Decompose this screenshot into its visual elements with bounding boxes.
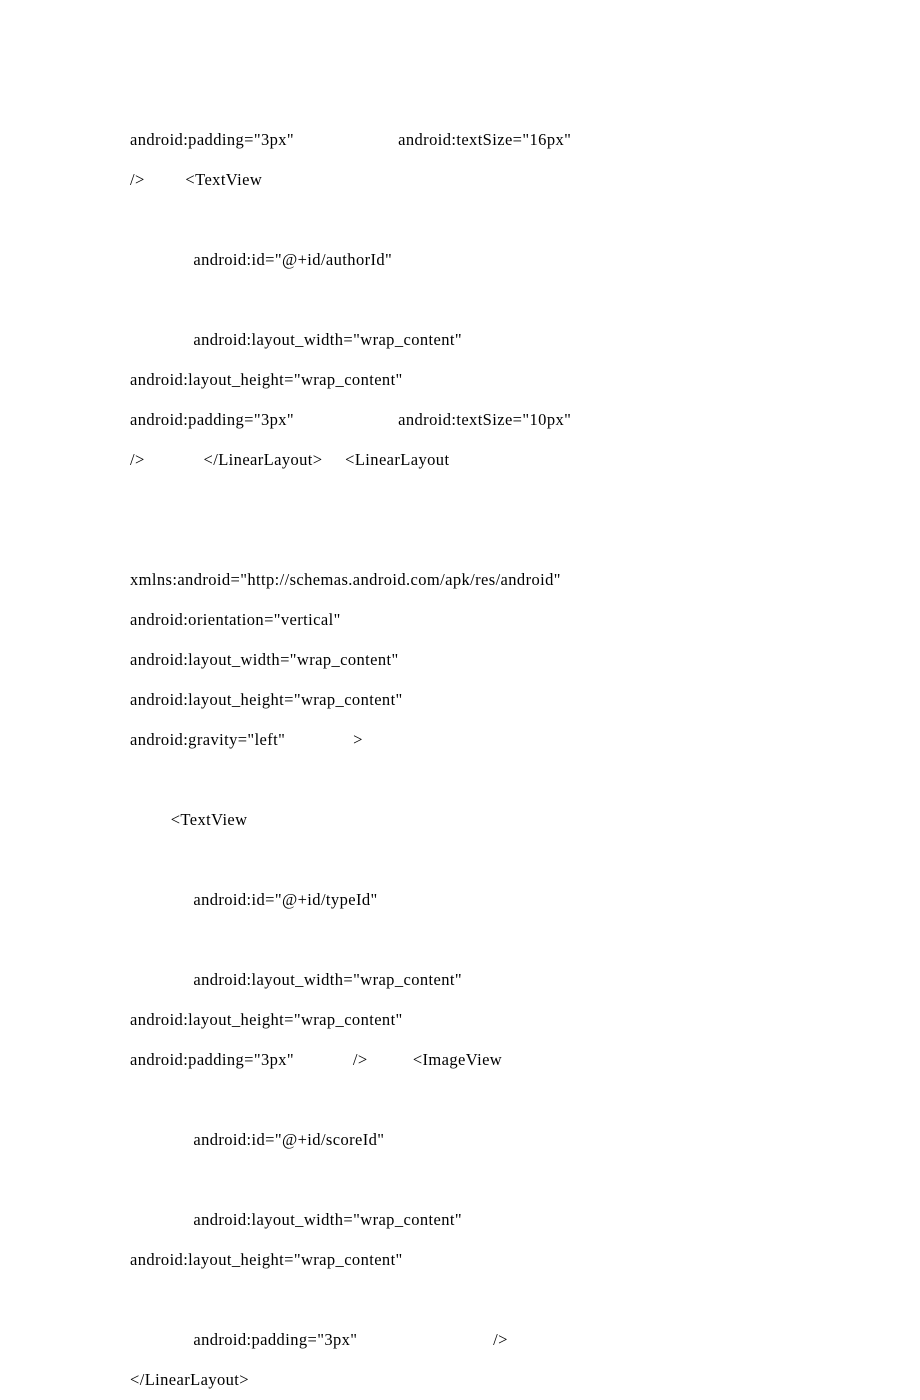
code-line: /> <TextView bbox=[130, 160, 790, 200]
code-line: /> </LinearLayout> <LinearLayout bbox=[130, 440, 790, 480]
code-line bbox=[130, 1280, 790, 1320]
code-line: android:layout_height="wrap_content" bbox=[130, 360, 790, 400]
code-line: android:padding="3px" android:textSize="… bbox=[130, 120, 790, 160]
code-line: android:id="@+id/typeId" bbox=[130, 880, 790, 920]
code-line bbox=[130, 840, 790, 880]
code-line: android:id="@+id/authorId" bbox=[130, 240, 790, 280]
code-line bbox=[130, 920, 790, 960]
code-line: android:padding="3px" /> bbox=[130, 1320, 790, 1360]
code-line: android:padding="3px" android:textSize="… bbox=[130, 400, 790, 440]
document-page: android:padding="3px" android:textSize="… bbox=[0, 0, 920, 1400]
code-line: </LinearLayout> bbox=[130, 1360, 790, 1400]
code-block: android:padding="3px" android:textSize="… bbox=[130, 120, 790, 1400]
code-line: android:layout_height="wrap_content" bbox=[130, 680, 790, 720]
code-line: <TextView bbox=[130, 800, 790, 840]
code-line: android:layout_width="wrap_content" bbox=[130, 960, 790, 1000]
code-line: android:layout_width="wrap_content" bbox=[130, 640, 790, 680]
code-line bbox=[130, 280, 790, 320]
code-line bbox=[130, 200, 790, 240]
code-line: xmlns:android="http://schemas.android.co… bbox=[130, 560, 790, 600]
code-line: android:gravity="left" > bbox=[130, 720, 790, 760]
code-line bbox=[130, 1080, 790, 1120]
code-line bbox=[130, 1160, 790, 1200]
code-line: android:orientation="vertical" bbox=[130, 600, 790, 640]
code-line bbox=[130, 520, 790, 560]
code-line bbox=[130, 480, 790, 520]
code-line: android:layout_width="wrap_content" bbox=[130, 320, 790, 360]
code-line bbox=[130, 760, 790, 800]
code-line: android:layout_height="wrap_content" bbox=[130, 1000, 790, 1040]
code-line: android:padding="3px" /> <ImageView bbox=[130, 1040, 790, 1080]
code-line: android:layout_height="wrap_content" bbox=[130, 1240, 790, 1280]
code-line: android:layout_width="wrap_content" bbox=[130, 1200, 790, 1240]
code-line: android:id="@+id/scoreId" bbox=[130, 1120, 790, 1160]
